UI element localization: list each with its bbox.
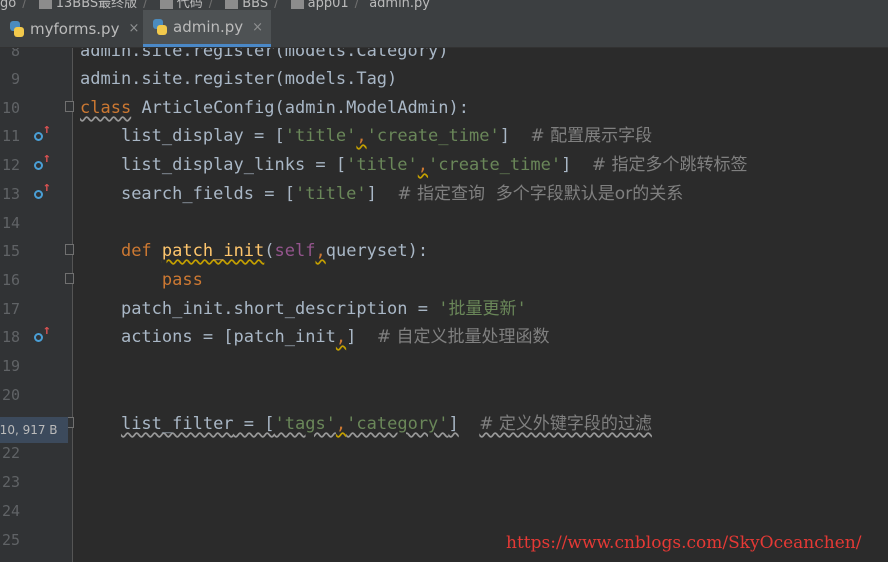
breadcrumb-label: BBS xyxy=(242,0,269,10)
code-line: 13 ↑ search_fields = ['title'] # 指定查询 多个… xyxy=(0,180,888,209)
override-method-icon[interactable]: ↑ xyxy=(34,323,51,346)
folder-icon xyxy=(290,0,304,9)
code-text: admin.site.register(models.Tag) xyxy=(80,69,398,89)
line-number: 25 xyxy=(1,531,20,549)
code-line: 14 xyxy=(0,209,888,238)
fold-icon[interactable] xyxy=(65,244,74,255)
code-line: 12 ↑ list_display_links = ['title','crea… xyxy=(0,151,888,180)
code-line: 22 xyxy=(0,439,888,468)
code-text: class ArticleConfig(admin.ModelAdmin): xyxy=(80,98,469,118)
folder-icon xyxy=(225,0,239,9)
code-text: list_display_links = ['title','create_ti… xyxy=(120,155,748,175)
breadcrumb-label: app01 xyxy=(307,0,349,10)
line-number: 13 xyxy=(1,185,20,203)
editor-tab-bar-overlay: myforms.py × admin.py × xyxy=(0,10,888,48)
breadcrumb-label: 13BBS最终版 xyxy=(55,0,138,10)
breadcrumb-item-code[interactable]: 代码 xyxy=(158,0,203,10)
code-line: 18 ↑ actions = [patch_init,] # 自定义批量处理函数 xyxy=(0,323,888,352)
code-line: 21 list_filter = ['tags','category'] # 定… xyxy=(0,410,888,439)
code-text: actions = [patch_init,] # 自定义批量处理函数 xyxy=(120,327,550,347)
folder-icon xyxy=(159,0,173,9)
code-line: 23 xyxy=(0,468,888,497)
breadcrumb-label: admin.py xyxy=(369,0,430,10)
fold-icon[interactable] xyxy=(65,101,74,112)
line-number: 11 xyxy=(1,127,20,145)
code-line: 9 admin.site.register(models.Tag) xyxy=(0,65,888,94)
tab-myforms[interactable]: myforms.py × xyxy=(0,10,141,47)
line-number: 18 xyxy=(1,328,20,346)
line-number: 16 xyxy=(1,271,20,289)
close-icon[interactable]: × xyxy=(252,20,263,35)
code-line: 20 xyxy=(0,381,888,410)
code-line: 24 xyxy=(0,497,888,526)
code-line: 17 patch_init.short_description = '批量更新' xyxy=(0,295,888,324)
caret-position-tooltip: 9:10, 917 B xyxy=(0,417,68,443)
code-line: 10 class ArticleConfig(admin.ModelAdmin)… xyxy=(0,94,888,123)
breadcrumb-item-root[interactable]: go xyxy=(0,0,16,10)
breadcrumb-item-bbs[interactable]: BBS xyxy=(223,0,268,10)
breadcrumb-item-app[interactable]: app01 xyxy=(289,0,349,10)
tab-label: admin.py xyxy=(173,18,244,36)
code-text: patch_init.short_description = '批量更新' xyxy=(120,299,527,319)
override-method-icon[interactable]: ↑ xyxy=(34,122,51,145)
python-file-icon xyxy=(10,20,24,37)
line-number: 19 xyxy=(1,357,20,375)
line-number: 17 xyxy=(1,300,20,318)
code-line: 16 pass xyxy=(0,266,888,295)
code-text: list_filter = ['tags','category'] # 定义外键… xyxy=(120,414,652,434)
python-file-icon xyxy=(153,19,167,35)
code-line: 11 ↑ list_display = ['title','create_tim… xyxy=(0,122,888,151)
tab-label: myforms.py xyxy=(30,19,120,38)
line-number: 14 xyxy=(1,214,20,232)
watermark-url: https://www.cnblogs.com/SkyOceanchen/ xyxy=(506,533,862,553)
code-text: list_display = ['title','create_time'] #… xyxy=(120,126,653,146)
code-line: 19 xyxy=(0,352,888,381)
line-number: 24 xyxy=(1,502,20,520)
breadcrumb-item-project[interactable]: 13BBS最终版 xyxy=(37,0,137,10)
override-method-icon[interactable]: ↑ xyxy=(34,180,51,203)
close-icon[interactable]: × xyxy=(128,21,139,36)
code-text: search_fields = ['title'] # 指定查询 多个字段默认是… xyxy=(120,184,684,204)
code-text: pass xyxy=(161,270,203,290)
line-number: 9 xyxy=(10,70,20,88)
breadcrumb-label: go xyxy=(0,0,17,10)
code-text: def patch_init(self,queryset): xyxy=(120,241,429,261)
code-line: 15 def patch_init(self,queryset): xyxy=(0,237,888,266)
breadcrumb-item-file[interactable]: admin.py xyxy=(369,0,430,10)
tab-admin[interactable]: admin.py × xyxy=(143,10,271,47)
line-number: 22 xyxy=(1,444,20,462)
override-method-icon[interactable]: ↑ xyxy=(34,151,51,174)
line-number: 15 xyxy=(1,242,20,260)
fold-icon[interactable] xyxy=(65,273,74,284)
line-number: 23 xyxy=(1,473,20,491)
breadcrumb: go/ 13BBS最终版 / 代码 / BBS / app01/ admin.py xyxy=(0,0,888,10)
folder-icon xyxy=(38,0,52,9)
line-number: 10 xyxy=(1,99,20,117)
line-number: 20 xyxy=(1,386,20,404)
line-number: 12 xyxy=(1,156,20,174)
breadcrumb-label: 代码 xyxy=(176,0,203,10)
